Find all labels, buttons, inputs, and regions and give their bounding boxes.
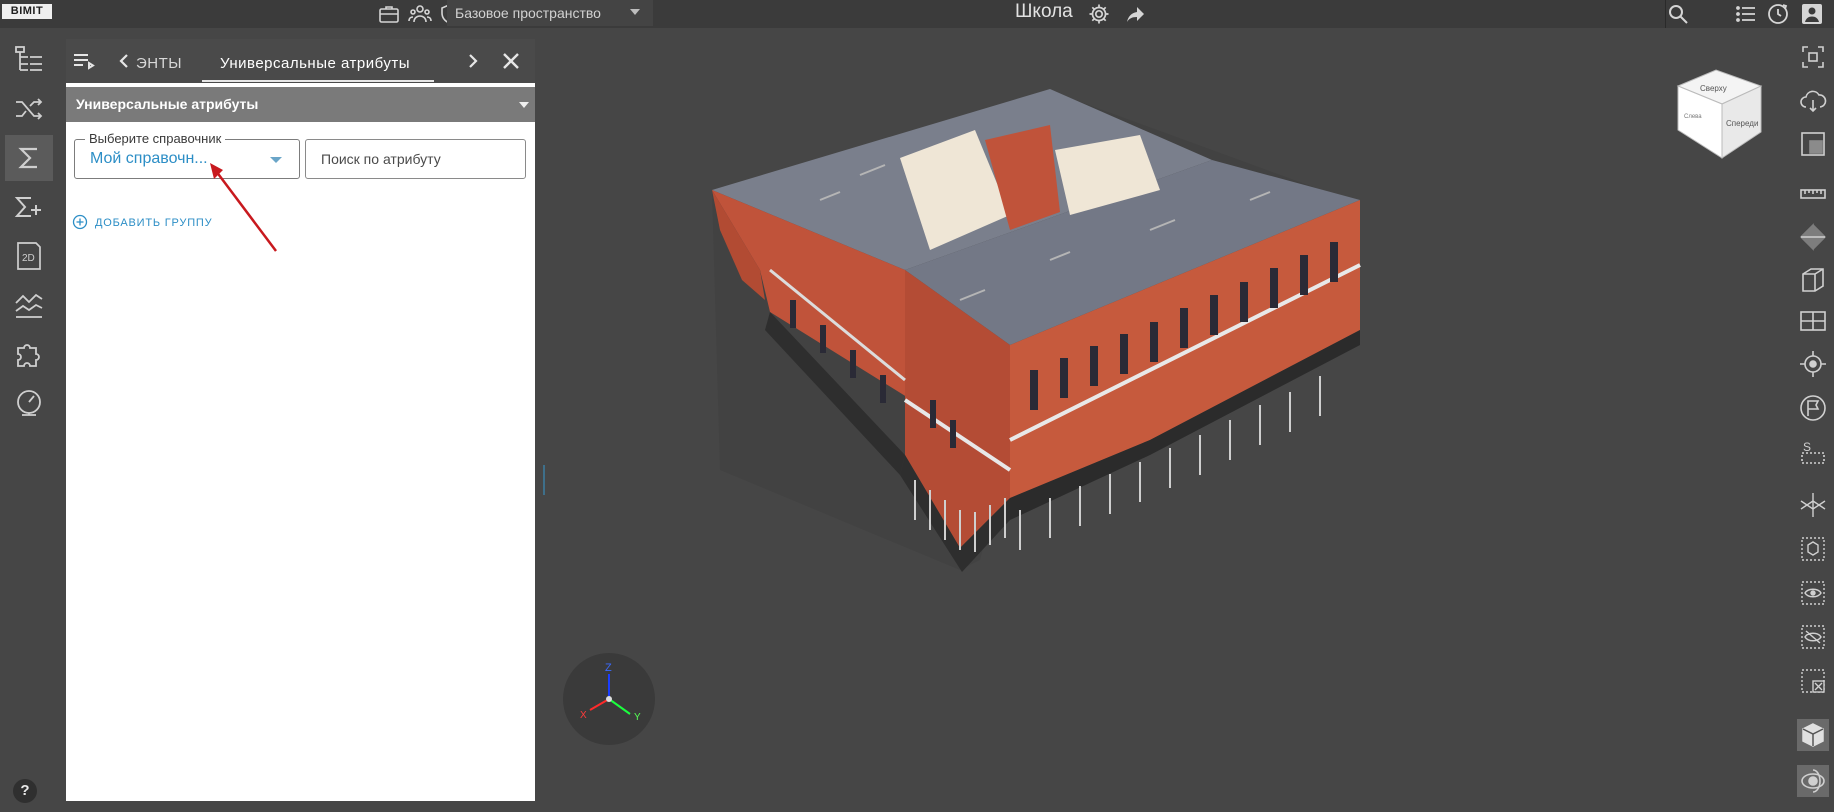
panel-resize-handle[interactable] [543,465,545,495]
tree-icon [15,46,42,71]
2d-sheet-button[interactable]: 2D [5,233,53,279]
active-tab-indicator [202,80,434,82]
isolate-button[interactable] [1797,533,1829,565]
orbit-icon [1801,769,1825,793]
viewcube-top-label: Сверху [1700,84,1727,93]
share-icon[interactable] [1123,2,1147,26]
viewcube-right-label: Спереди [1726,119,1758,128]
tab-previous[interactable]: ЭНТЫ [136,55,182,72]
x-axis-label: X [580,710,587,721]
cloud-sync-icon [1800,90,1827,113]
2d-sheet-icon: 2D [17,242,41,270]
list-icon[interactable] [1734,2,1758,26]
gear-icon[interactable] [1087,2,1111,26]
tab-universal-attributes[interactable]: Универсальные атрибуты [220,55,410,72]
select-box-icon [1801,132,1825,156]
section-plane-icon [1799,223,1827,251]
team-icon[interactable] [408,2,432,26]
sigma-button[interactable] [5,135,53,181]
scale-button[interactable]: S [1797,436,1829,468]
add-group-label: ДОБАВИТЬ ГРУППУ [95,217,213,229]
isolate-icon [1801,537,1825,561]
annotation-arrow [210,163,277,252]
show-button[interactable] [1797,577,1829,609]
attribute-search-input[interactable] [305,139,526,179]
chevron-left-icon[interactable] [110,47,138,75]
viewcube-left-label: Слева [1684,114,1702,120]
reference-select-value: Мой справочн... [90,150,208,167]
remove-button[interactable] [1797,665,1829,697]
chevron-down-icon [630,9,640,15]
measure-button[interactable] [1797,178,1829,210]
group-header[interactable]: Универсальные атрибуты [66,87,535,122]
menu-icon[interactable] [70,47,98,75]
chevron-down-icon[interactable] [519,102,529,108]
gauge-icon [17,390,41,416]
solid-view-button[interactable] [1797,719,1829,751]
sigma-plus-icon [14,197,41,217]
close-icon[interactable] [497,47,525,75]
workspace-select[interactable]: Базовое пространство [447,0,653,26]
view-cube: Сверху Спереди Слева [1676,69,1763,159]
plugins-button[interactable] [5,331,53,377]
account-icon[interactable] [1800,2,1824,26]
help-button[interactable]: ? [13,779,37,803]
hide-button[interactable] [1797,621,1829,653]
chevron-right-icon[interactable] [459,47,487,75]
section-box-icon [1802,268,1824,292]
target-button[interactable] [1797,348,1829,380]
sync-icon[interactable] [1766,2,1790,26]
plan-view-button[interactable] [1797,305,1829,337]
target-icon [1800,351,1826,377]
hide-icon [1801,625,1825,649]
shuffle-icon [16,98,43,120]
search-icon[interactable] [1666,2,1690,26]
app-logo[interactable]: BIMIT [2,4,52,19]
focus-icon [1802,46,1824,68]
puzzle-icon [17,344,40,367]
chart-lines-icon [15,293,43,318]
select-box-button[interactable] [1797,128,1829,160]
focus-button[interactable] [1797,41,1829,73]
scale-icon: S [1801,440,1825,464]
sigma-plus-button[interactable] [5,184,53,230]
charts-button[interactable] [5,282,53,328]
solid-cube-icon [1802,723,1824,747]
cloud-button[interactable] [1797,85,1829,117]
plus-circle-icon [72,214,88,230]
attributes-panel: ЭНТЫ Универсальные атрибуты Универсальны… [66,39,535,801]
remove-icon [1801,669,1825,693]
ruler-icon [1800,189,1826,199]
group-title: Универсальные атрибуты [76,96,259,112]
y-axis-label: Y [634,712,641,723]
shuffle-button[interactable] [5,86,53,132]
section-plane-button[interactable] [1797,221,1829,253]
project-title: Школа [1015,1,1073,22]
plan-view-icon [1800,311,1826,331]
clash-icon [1800,493,1826,517]
svg-text:2D: 2D [22,253,35,264]
reference-select-label: Выберите справочник [85,131,226,146]
flag-button[interactable] [1797,392,1829,424]
svg-text:S: S [1803,440,1811,454]
z-axis-label: Z [605,662,612,674]
section-box-button[interactable] [1797,264,1829,296]
briefcase-icon[interactable] [377,2,401,26]
workspace-name: Базовое пространство [455,5,601,21]
sigma-icon [18,147,37,169]
show-icon [1801,581,1825,605]
top-bar: BIMIT Базовое пространство Школа [0,0,1834,28]
flag-icon [1800,395,1826,421]
panel-tab-bar: ЭНТЫ Универсальные атрибуты [66,39,535,83]
orbit-button[interactable] [1797,765,1829,797]
3d-viewport[interactable]: Z Y X Сверху Спереди Слева [548,36,1788,812]
dashboard-button[interactable] [5,380,53,426]
clash-button[interactable] [1797,489,1829,521]
model-tree-button[interactable] [5,37,53,83]
